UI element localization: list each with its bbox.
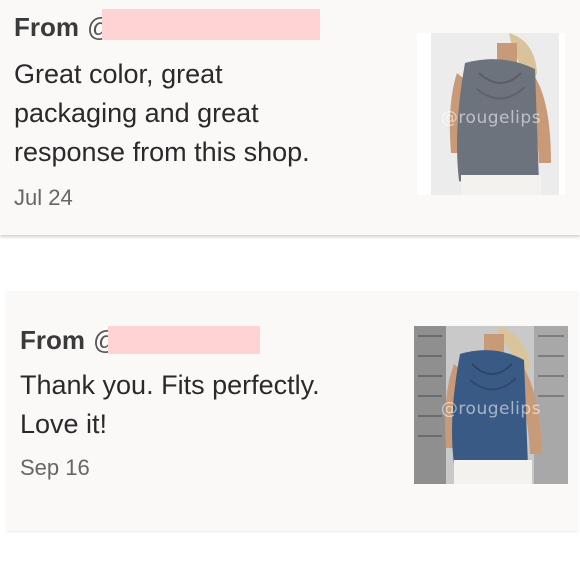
review-date: Jul 24 [14,185,73,210]
review-card[interactable]: From @ Thank you. Fits perfectly. Love i… [6,291,578,531]
redacted-username [108,326,260,354]
review-photo[interactable]: @rougelips [414,326,568,484]
review-text: Great color, great packaging and great r… [14,59,310,167]
review-author[interactable]: From @ [14,12,113,43]
review-photo[interactable]: @rougelips [417,33,565,195]
from-label: From [14,12,79,42]
review-text: Thank you. Fits perfectly. Love it! [20,370,320,439]
review-card[interactable]: From @ Great color, great packaging and … [0,0,580,235]
review-date: Sep 16 [20,455,90,480]
photo-watermark: @rougelips [440,107,542,128]
redacted-username [102,9,320,40]
review-author[interactable]: From @ [20,325,119,356]
from-label: From [20,325,85,355]
photo-watermark: @rougelips [440,398,542,419]
